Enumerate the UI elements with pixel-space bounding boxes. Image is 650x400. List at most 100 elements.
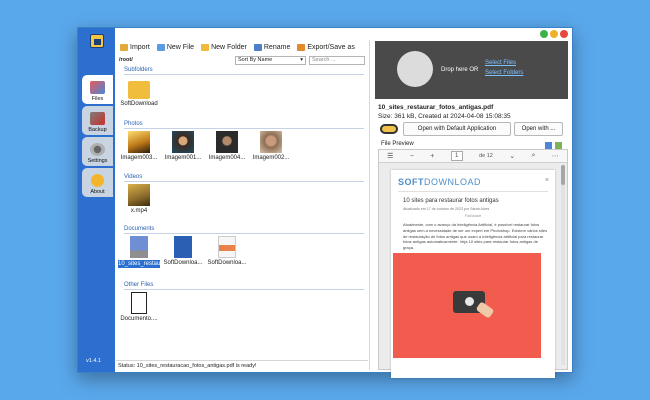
section-title-other-files: Other Files: [124, 282, 154, 288]
video-thumbnail: [128, 184, 150, 206]
preview-scrollbar[interactable]: [561, 165, 565, 365]
window-controls: [540, 30, 568, 38]
file-label: Imagem002...: [252, 155, 290, 161]
left-rail: Files Backup Settings About v1.4.1: [78, 28, 115, 372]
key-settings-button[interactable]: [378, 122, 400, 136]
zoom-in-icon[interactable]: +: [430, 153, 434, 160]
key-icon: [380, 124, 398, 134]
file-label: Imagem003...: [120, 155, 158, 161]
sort-select[interactable]: Sort By Name ▾: [235, 55, 306, 65]
select-files-link[interactable]: Select Files: [485, 60, 516, 66]
gear-icon: [90, 143, 105, 156]
search-input[interactable]: Search ...: [309, 55, 365, 65]
zoom-out-icon[interactable]: −: [410, 153, 414, 160]
open-default-button[interactable]: Open with Default Application: [403, 122, 511, 136]
sidebar-item-about[interactable]: About: [82, 168, 113, 197]
sidebar-item-label: Settings: [87, 158, 108, 164]
preview-mode-icon[interactable]: [545, 142, 552, 149]
photo-item[interactable]: Imagem003...: [118, 131, 160, 161]
sidebar-item-backup[interactable]: Backup: [82, 106, 113, 135]
video-item[interactable]: x.mp4: [118, 184, 160, 214]
more-icon[interactable]: ⋯: [552, 152, 559, 160]
close-icon[interactable]: [560, 30, 568, 38]
new-folder-button[interactable]: New Folder: [201, 43, 247, 51]
search-placeholder: Search ...: [312, 57, 336, 63]
pdf-file-icon: [130, 236, 148, 258]
bandage-icon: [475, 301, 495, 319]
app-logo-icon: [90, 34, 104, 48]
search-icon[interactable]: ⌕: [531, 152, 535, 160]
sidebar-item-files[interactable]: Files: [82, 75, 113, 104]
file-label: 10_sites_restaurar_fotos_antig: [118, 260, 201, 268]
new-folder-label: New Folder: [211, 43, 247, 51]
current-path: /root/: [119, 57, 133, 63]
photo-item[interactable]: Imagem001...: [162, 131, 204, 161]
photo-item[interactable]: Imagem004...: [206, 131, 248, 161]
sidebar-item-label: Backup: [88, 127, 107, 133]
chevron-down-icon[interactable]: ⌄: [509, 152, 515, 160]
divider: [124, 233, 364, 234]
document-item[interactable]: SoftDownloa...: [206, 236, 248, 266]
word-file-icon: [174, 236, 192, 258]
status-bar: Status: 10_sites_restauracao_fotos_antig…: [116, 360, 368, 370]
info-icon: [91, 174, 104, 187]
file-label: SoftDownload: [120, 101, 158, 107]
files-icon: [90, 81, 105, 94]
image-thumbnail: [172, 131, 194, 153]
upload-cloud-icon: [397, 51, 433, 87]
import-icon: [120, 43, 128, 51]
pdf-byline: Atualizado em 17 de outubro de 2023 por …: [403, 207, 490, 211]
new-file-icon: [156, 43, 165, 51]
document-item[interactable]: SoftDownloa...: [162, 236, 204, 266]
open-with-button[interactable]: Open with ...: [514, 122, 563, 136]
divider: [124, 181, 364, 182]
section-title-subfolders: Subfolders: [124, 67, 153, 73]
pdf-body-text: Atualmente, com o avanço da Inteligência…: [403, 222, 548, 251]
pdf-logo: SOFTDOWNLOAD: [398, 177, 481, 187]
preview-external-icon[interactable]: [555, 142, 562, 149]
pane-divider[interactable]: [369, 40, 370, 370]
drop-zone[interactable]: Drop here OR Select Files Select Folders: [375, 41, 568, 99]
divider: [124, 74, 364, 75]
file-label: SoftDownloa...: [163, 260, 203, 266]
sidebar-item-label: Files: [91, 96, 104, 102]
divider: [398, 191, 548, 192]
image-thumbnail: [216, 131, 238, 153]
page-number-input[interactable]: 1: [450, 151, 463, 161]
toolbar: Import New File New Folder Rename Export…: [116, 41, 366, 53]
minimize-icon[interactable]: [550, 30, 558, 38]
app-window: Files Backup Settings About v1.4.1 Impor…: [77, 27, 573, 378]
path-bar: /root/ Sort By Name ▾ Search ...: [119, 55, 365, 65]
section-title-photos: Photos: [124, 121, 143, 127]
import-button[interactable]: Import: [120, 43, 150, 51]
file-label: Documento....: [120, 316, 158, 322]
backup-icon: [90, 112, 105, 125]
rename-button[interactable]: Rename: [253, 43, 290, 51]
new-folder-icon: [201, 43, 210, 51]
app-version: v1.4.1: [86, 358, 101, 364]
rename-icon: [253, 43, 262, 51]
folder-item[interactable]: SoftDownload: [118, 78, 160, 107]
document-icon: [131, 292, 147, 314]
status-text: Status: 10_sites_restauracao_fotos_antig…: [118, 362, 257, 369]
photo-item[interactable]: Imagem002...: [250, 131, 292, 161]
file-label: Imagem001...: [164, 155, 202, 161]
new-file-button[interactable]: New File: [156, 43, 194, 51]
document-item-selected[interactable]: 10_sites_restaurar_fotos_antig: [118, 236, 201, 268]
export-icon: [297, 43, 306, 51]
open-actions: Open with Default Application Open with …: [378, 122, 563, 136]
image-thumbnail: [128, 131, 150, 153]
sidebar-item-settings[interactable]: Settings: [82, 137, 113, 166]
pdf-heading: 10 sites para restaurar fotos antigas: [403, 198, 499, 204]
select-folders-link[interactable]: Select Folders: [485, 70, 523, 76]
export-button[interactable]: Export/Save as: [297, 43, 355, 51]
file-label: Imagem004...: [208, 155, 246, 161]
section-title-videos: Videos: [124, 174, 143, 180]
selected-file-name: 10_sites_restaurar_fotos_antigas.pdf: [378, 104, 494, 111]
menu-icon[interactable]: ☰: [387, 152, 393, 160]
sidebar-item-label: About: [90, 189, 105, 195]
pin-icon[interactable]: [540, 30, 548, 38]
chevron-down-icon: ▾: [300, 57, 303, 63]
divider: [124, 128, 364, 129]
other-file-item[interactable]: Documento....: [118, 292, 160, 322]
